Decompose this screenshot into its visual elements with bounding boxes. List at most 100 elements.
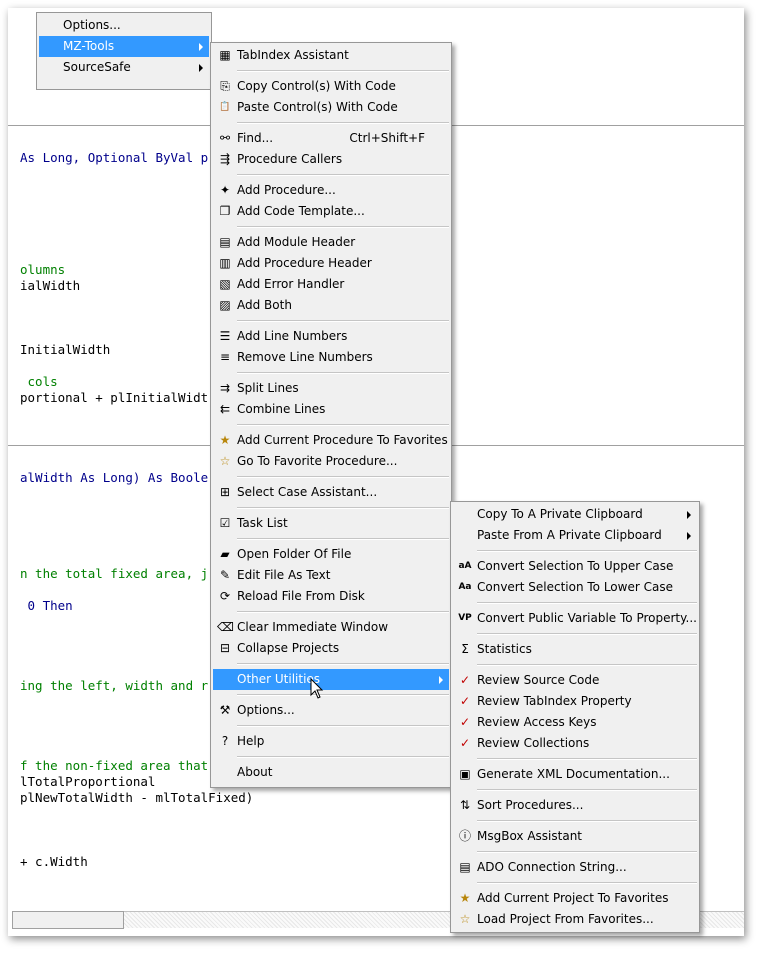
menu-item-ado-connection-string[interactable]: ▤ ADO Connection String...	[453, 857, 697, 878]
menu-item-add-current-project-to-favorites[interactable]: ★ Add Current Project To Favorites	[453, 888, 697, 909]
menu-separator	[237, 70, 449, 72]
menu-item-paste-from-a-private-clipboard[interactable]: Paste From A Private Clipboard	[453, 525, 697, 546]
submenu-arrow-icon	[687, 532, 691, 540]
menu-item-label: Procedure Callers	[237, 152, 343, 166]
menu-item-go-to-favorite-procedure[interactable]: ☆ Go To Favorite Procedure...	[213, 451, 449, 472]
edit-file-icon: ✎	[219, 568, 231, 582]
menu-item-shortcut: Ctrl+Shift+F	[349, 131, 425, 145]
menu-item-collapse-projects[interactable]: ⊟ Collapse Projects	[213, 638, 449, 659]
menu-item-sort-procedures[interactable]: ⇅ Sort Procedures...	[453, 795, 697, 816]
menu-item-label: Convert Selection To Upper Case	[477, 559, 674, 573]
blank-icon	[457, 507, 473, 522]
menu-item-review-collections[interactable]: ✓ Review Collections	[453, 733, 697, 754]
menu-item-add-code-template[interactable]: ❐ Add Code Template...	[213, 201, 449, 222]
menu-item-add-procedure[interactable]: ✦ Add Procedure...	[213, 180, 449, 201]
menu-separator	[237, 725, 449, 727]
menu-separator	[477, 550, 697, 552]
code-line: f the non-fixed area that	[20, 758, 209, 773]
menu-separator	[477, 664, 697, 666]
menu-item-label: Paste From A Private Clipboard	[477, 528, 662, 542]
menu-item-label: Add Error Handler	[237, 277, 345, 291]
binoculars-icon: ⚯	[219, 131, 231, 145]
menu-item-label: Convert Selection To Lower Case	[477, 580, 673, 594]
menu-item-review-source-code[interactable]: ✓ Review Source Code	[453, 670, 697, 691]
view-buttons[interactable]	[12, 911, 124, 929]
menu-separator	[477, 602, 697, 604]
menu-item-convert-selection-to-lower-case[interactable]: Aa Convert Selection To Lower Case	[453, 577, 697, 598]
tabindex-icon: ▦	[219, 48, 231, 62]
menu-item-tabindex-assistant[interactable]: ▦ TabIndex Assistant	[213, 45, 449, 66]
blank-icon	[457, 528, 473, 543]
menu-item-label: Reload File From Disk	[237, 589, 365, 603]
combine-lines-icon: ⇇	[219, 402, 231, 416]
menu-item-remove-line-numbers[interactable]: ≡ Remove Line Numbers	[213, 347, 449, 368]
menu-item-options[interactable]: ⚒ Options...	[213, 700, 449, 721]
menu-item-add-error-handler[interactable]: ▧ Add Error Handler	[213, 274, 449, 295]
code-line: As Long, Optional ByVal p	[20, 150, 209, 165]
menu-item-add-line-numbers[interactable]: ☰ Add Line Numbers	[213, 326, 449, 347]
menu-item-label: Add Current Project To Favorites	[477, 891, 669, 905]
menu-item-label: Collapse Projects	[237, 641, 340, 655]
menu-item-add-current-procedure-to-favorites[interactable]: ★ Add Current Procedure To Favorites	[213, 430, 449, 451]
menu-item-other-utilities[interactable]: Other Utilities	[213, 669, 449, 690]
add-line-numbers-icon: ☰	[219, 329, 231, 343]
review-collections-icon: ✓	[459, 736, 471, 750]
code-line: + c.Width	[20, 854, 88, 869]
menu-item-copy-to-a-private-clipboard[interactable]: Copy To A Private Clipboard	[453, 504, 697, 525]
menu-item-procedure-callers[interactable]: ⇶ Procedure Callers	[213, 149, 449, 170]
menu-item-combine-lines[interactable]: ⇇ Combine Lines	[213, 399, 449, 420]
menu-item-reload-file-from-disk[interactable]: ⟳ Reload File From Disk	[213, 586, 449, 607]
menu-item-generate-xml-documentation[interactable]: ▣ Generate XML Documentation...	[453, 764, 697, 785]
menu-item-convert-public-variable-to-property[interactable]: VP Convert Public Variable To Property...	[453, 608, 697, 629]
menu-item-split-lines[interactable]: ⇉ Split Lines	[213, 378, 449, 399]
menu-item-label: Find...	[237, 131, 274, 145]
code-line: alWidth As Long) As Boole	[20, 470, 209, 485]
menu-item-label: Open Folder Of File	[237, 547, 352, 561]
menu-item-find[interactable]: ⚯ Find... Ctrl+Shift+F	[213, 128, 449, 149]
menu-item-clear-immediate-window[interactable]: ⌫ Clear Immediate Window	[213, 617, 449, 638]
menu-item-convert-selection-to-upper-case[interactable]: aA Convert Selection To Upper Case	[453, 556, 697, 577]
paste-control-icon: 📋	[219, 102, 231, 112]
menu-item-select-case-assistant[interactable]: ⊞ Select Case Assistant...	[213, 482, 449, 503]
blank-icon	[217, 672, 233, 687]
submenu-arrow-icon	[439, 676, 443, 684]
menu-item-label: Convert Public Variable To Property...	[477, 611, 697, 625]
menu-item-label: Other Utilities	[237, 672, 321, 686]
menu-separator	[237, 507, 449, 509]
menu-item-open-folder-of-file[interactable]: ▰ Open Folder Of File	[213, 544, 449, 565]
menu-item-review-access-keys[interactable]: ✓ Review Access Keys	[453, 712, 697, 733]
menu-item-sourcesafe[interactable]: SourceSafe	[39, 57, 209, 78]
code-line: cols	[20, 374, 58, 389]
help-icon: ?	[221, 734, 229, 748]
menu-item-about[interactable]: About	[213, 762, 449, 783]
menu-item-label: Copy To A Private Clipboard	[477, 507, 643, 521]
menu-item-paste-control-s-with-code[interactable]: 📋 Paste Control(s) With Code	[213, 97, 449, 118]
code-line: n the total fixed area, j	[20, 566, 209, 581]
eraser-icon: ⌫	[217, 620, 234, 634]
project-favorites-load-icon: ☆	[459, 912, 471, 926]
menu-item-mz-tools[interactable]: MZ-Tools	[39, 36, 209, 57]
menu-item-task-list[interactable]: ☑ Task List	[213, 513, 449, 534]
menu-item-label: Help	[237, 734, 265, 748]
menu-separator	[237, 226, 449, 228]
menu-item-edit-file-as-text[interactable]: ✎ Edit File As Text	[213, 565, 449, 586]
upper-case-icon: aA	[458, 561, 472, 571]
menu-item-copy-control-s-with-code[interactable]: ⎘ Copy Control(s) With Code	[213, 76, 449, 97]
menu-item-help[interactable]: ? Help	[213, 731, 449, 752]
menu-item-add-procedure-header[interactable]: ▥ Add Procedure Header	[213, 253, 449, 274]
select-case-icon: ⊞	[219, 485, 231, 499]
menu-item-label: TabIndex Assistant	[237, 48, 349, 62]
menu-item-label: Add Line Numbers	[237, 329, 348, 343]
menu-item-review-tabindex-property[interactable]: ✓ Review TabIndex Property	[453, 691, 697, 712]
menu-item-msgbox-assistant[interactable]: ⓘ MsgBox Assistant	[453, 826, 697, 847]
menu-item-add-module-header[interactable]: ▤ Add Module Header	[213, 232, 449, 253]
menu-item-add-both[interactable]: ▨ Add Both	[213, 295, 449, 316]
menu-separator	[237, 476, 449, 478]
menu-item-label: Split Lines	[237, 381, 299, 395]
review-source-icon: ✓	[459, 673, 471, 687]
menu-separator	[237, 320, 449, 322]
menu-item-label: Task List	[237, 516, 288, 530]
menu-item-options-top[interactable]: Options...	[39, 15, 209, 36]
menu-item-load-project-from-favorites[interactable]: ☆ Load Project From Favorites...	[453, 909, 697, 930]
menu-item-statistics[interactable]: Σ Statistics	[453, 639, 697, 660]
